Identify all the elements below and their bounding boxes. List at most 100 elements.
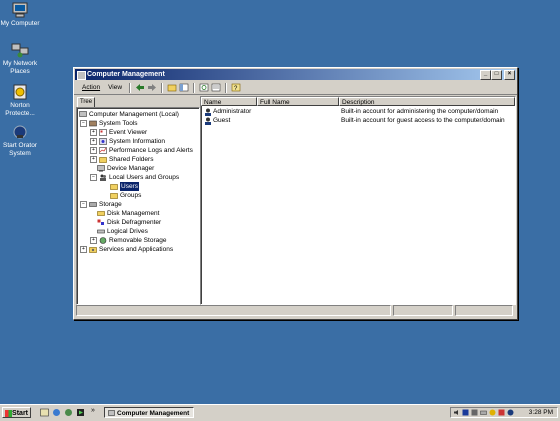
taskbar-button-label: Computer Management — [117, 410, 190, 417]
orator-tray-icon[interactable] — [507, 409, 514, 416]
details-list-pane: Name Full Name Description Administrator… — [200, 96, 516, 305]
tree-item-system-information[interactable]: + System Information — [90, 137, 165, 146]
tree-item-removable-storage[interactable]: + Removable Storage — [90, 236, 166, 245]
tree-item-label: Storage — [99, 201, 122, 208]
start-button[interactable]: Start — [2, 407, 31, 418]
column-header-description[interactable]: Description — [339, 97, 515, 106]
tree-item-label: Logical Drives — [107, 228, 148, 235]
forward-arrow-icon[interactable] — [147, 83, 157, 92]
taskbar-button-computer-management[interactable]: Computer Management — [104, 407, 194, 418]
tree-item-logical-drives[interactable]: Logical Drives — [97, 227, 148, 236]
toolbar-separator — [225, 82, 228, 93]
tools-icon — [89, 120, 97, 127]
toolbar-separator — [161, 82, 164, 93]
tree-item-label: Groups — [120, 192, 142, 199]
volume-icon[interactable] — [453, 409, 460, 416]
tab-tree[interactable]: Tree — [77, 97, 95, 107]
event-viewer-icon — [99, 129, 107, 136]
defragmenter-icon — [97, 219, 104, 225]
services-icon — [89, 247, 97, 253]
tree-item-services-applications[interactable]: + Services and Applications — [80, 245, 173, 254]
logical-drives-icon — [97, 229, 105, 234]
desktop-icon-label: My Network Places — [2, 60, 38, 75]
expand-toggle[interactable]: + — [90, 156, 97, 163]
menubar: Action View ? — [74, 81, 517, 95]
tree-item-disk-management[interactable]: Disk Management — [97, 209, 159, 218]
desktop-icon-my-network-places[interactable]: My Network Places — [0, 42, 40, 76]
tree-item-device-manager[interactable]: Device Manager — [97, 164, 154, 173]
status-pane — [393, 305, 453, 316]
norton-tray-icon[interactable] — [489, 409, 496, 416]
folder-icon — [110, 193, 118, 199]
tree-item-label: System Tools — [99, 120, 138, 127]
refresh-icon[interactable] — [199, 83, 209, 92]
status-pane — [454, 305, 513, 316]
menu-action[interactable]: Action — [78, 84, 104, 91]
media-player-icon[interactable] — [76, 408, 85, 417]
tree-item-label: Performance Logs and Alerts — [109, 147, 193, 154]
show-desktop-icon[interactable] — [40, 408, 49, 417]
tree-item-event-viewer[interactable]: + Event Viewer — [90, 128, 147, 137]
printer-icon[interactable] — [480, 409, 487, 416]
desktop-icon-label: My Computer — [0, 20, 40, 27]
tree-item-performance-logs[interactable]: + Performance Logs and Alerts — [90, 146, 193, 155]
collapse-toggle[interactable]: − — [80, 120, 87, 127]
expand-toggle[interactable]: + — [90, 138, 97, 145]
desktop-icon-label: Start Orator System — [3, 142, 37, 157]
menu-view[interactable]: View — [104, 84, 126, 91]
shared-folder-icon — [99, 157, 107, 163]
desktop-icon-norton[interactable]: Norton Protecte... — [0, 84, 40, 118]
tree-item-storage[interactable]: − Storage — [80, 200, 122, 209]
antivirus-icon[interactable] — [498, 409, 505, 416]
clock[interactable]: 3:28 PM — [529, 408, 553, 418]
expand-toggle[interactable]: + — [90, 129, 97, 136]
maximize-button[interactable]: □ — [491, 70, 502, 80]
norton-icon — [11, 84, 29, 100]
outlook-express-icon[interactable] — [64, 408, 73, 417]
status-bar — [76, 305, 513, 316]
tree-item-disk-defragmenter[interactable]: Disk Defragmenter — [97, 218, 161, 227]
folder-open-icon — [110, 184, 118, 190]
quick-launch-chevron[interactable]: » — [91, 407, 95, 414]
tree-item-computer-management[interactable]: Computer Management (Local) — [79, 110, 179, 119]
tree-item-label-selected: Users — [120, 182, 139, 191]
tree-item-system-tools[interactable]: − System Tools — [80, 119, 138, 128]
window-titlebar[interactable]: Computer Management _ □ × — [75, 69, 516, 80]
collapse-toggle[interactable]: − — [80, 201, 87, 208]
desktop-icon-my-computer[interactable]: My Computer — [0, 2, 40, 28]
desktop-icon-orator[interactable]: Start Orator System — [0, 124, 40, 158]
user-icon — [205, 108, 211, 116]
storage-icon — [89, 202, 97, 207]
tree-item-local-users-groups[interactable]: − Local Users and Groups — [90, 173, 179, 182]
column-header-full-name[interactable]: Full Name — [257, 97, 339, 106]
device-manager-icon — [97, 165, 105, 172]
users-groups-icon — [100, 174, 106, 181]
expand-toggle[interactable]: + — [90, 237, 97, 244]
close-button[interactable]: × — [504, 70, 515, 80]
cell-description: Built-in account for guest access to the… — [341, 117, 505, 124]
collapse-toggle[interactable]: − — [90, 174, 97, 181]
back-arrow-icon[interactable] — [135, 83, 145, 92]
tree-pane: Computer Management (Local) − System Too… — [76, 107, 200, 305]
computer-icon — [11, 2, 29, 18]
network-tray-icon[interactable] — [462, 409, 469, 416]
user-icon — [205, 117, 211, 125]
internet-explorer-icon[interactable] — [52, 408, 61, 417]
show-tree-icon[interactable] — [179, 83, 189, 92]
up-folder-icon[interactable] — [167, 83, 177, 92]
cell-name: Administrator — [213, 108, 252, 115]
tree-item-shared-folders[interactable]: + Shared Folders — [90, 155, 153, 164]
tree-item-label: Removable Storage — [109, 237, 167, 244]
export-list-icon[interactable] — [211, 83, 221, 92]
tree-item-label: Disk Management — [107, 210, 160, 217]
expand-toggle[interactable]: + — [90, 147, 97, 154]
help-icon[interactable]: ? — [231, 83, 241, 92]
tree-item-users[interactable]: Users — [110, 182, 139, 191]
network-icon — [11, 42, 29, 58]
tree-item-groups[interactable]: Groups — [110, 191, 141, 200]
minimize-button[interactable]: _ — [480, 70, 491, 80]
tray-app-icon[interactable] — [471, 409, 478, 416]
expand-toggle[interactable]: + — [80, 246, 87, 253]
tree-item-label: Services and Applications — [99, 246, 174, 253]
column-header-name[interactable]: Name — [201, 97, 257, 106]
